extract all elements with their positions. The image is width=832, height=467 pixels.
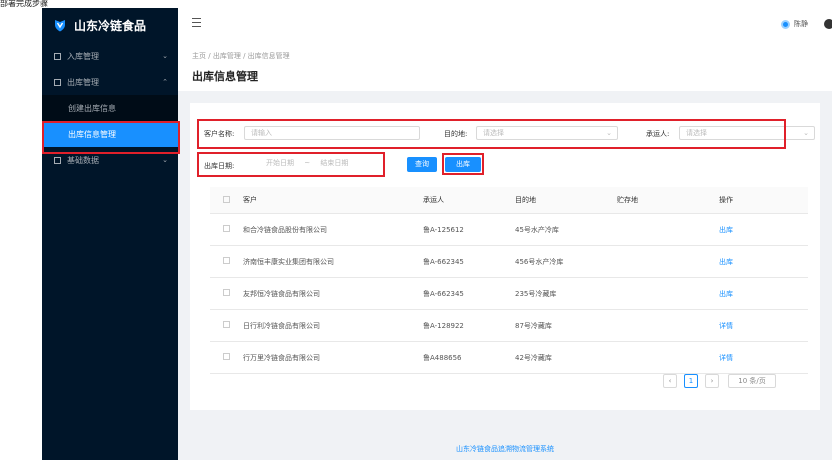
breadcrumb-current: 出库信息管理 (247, 52, 290, 60)
app-title: 山东冷链食品 (74, 19, 147, 33)
next-page-button[interactable]: › (705, 374, 719, 388)
select-all-checkbox[interactable] (223, 195, 230, 203)
sidebar-item-label: 入库管理 (67, 51, 99, 61)
table-row: 日行利冷链食品有限公司 鲁A-128922 87号冷藏库 详情 (210, 309, 808, 342)
col-destination: 目的地 (514, 187, 616, 214)
row-action-link[interactable]: 出库 (719, 290, 733, 298)
content-card: 客户名称: 请输入 目的地: 请选择 ⌄ 承运人: 请选择 ⌄ 出库日期: 开始… (190, 103, 820, 410)
cell-carrier: 鲁A-128922 (422, 309, 514, 342)
cell-carrier: 鲁A488656 (422, 341, 514, 374)
page-title: 出库信息管理 (192, 70, 258, 83)
cell-destination: 456号水产冷库 (514, 245, 616, 278)
col-customer: 客户 (242, 187, 422, 214)
cell-customer: 行万里冷链食品有限公司 (242, 341, 422, 374)
date-filter-highlight (197, 152, 385, 177)
table-row: 行万里冷链食品有限公司 鲁A488656 42号冷藏库 详情 (210, 341, 808, 374)
cell-destination: 42号冷藏库 (514, 341, 616, 374)
cell-storage (616, 309, 718, 342)
caption-text: 部署完成步骤 (0, 0, 48, 7)
chevron-down-icon: ⌄ (162, 52, 168, 60)
footer-text: 山东冷链食品追溯物流管理系统 (456, 445, 554, 453)
sidebar-item-label: 基础数据 (67, 155, 99, 165)
breadcrumb: 主页 / 出库管理 / 出库信息管理 (192, 52, 290, 60)
chevron-up-icon: ⌃ (162, 78, 168, 86)
outbound-table: 客户 承运人 目的地 贮存地 操作 和合冷链食品股份有限公司 鲁A-125612… (210, 187, 808, 374)
table-row: 友邦恒冷链食品有限公司 鲁A-662345 235号冷藏库 出库 (210, 277, 808, 310)
sidebar-item-label: 出库管理 (67, 77, 99, 87)
prev-page-button[interactable]: ‹ (663, 374, 677, 388)
table-row: 济南恒丰康实业集团有限公司 鲁A-662345 456号水产冷库 出库 (210, 245, 808, 278)
cell-destination: 87号冷藏库 (514, 309, 616, 342)
globe-icon[interactable] (824, 19, 832, 29)
breadcrumb-home[interactable]: 主页 (192, 52, 206, 60)
inbound-icon (54, 52, 61, 60)
cell-destination: 45号水产冷库 (514, 213, 616, 246)
row-action-link[interactable]: 出库 (719, 258, 733, 266)
cell-storage (616, 277, 718, 310)
page-1-button[interactable]: 1 (684, 374, 698, 388)
sidebar-item-label: 创建出库信息 (68, 103, 116, 113)
col-carrier: 承运人 (422, 187, 514, 214)
cell-carrier: 鲁A-662345 (422, 277, 514, 310)
col-storage: 贮存地 (616, 187, 718, 214)
table-header-row: 客户 承运人 目的地 贮存地 操作 (210, 187, 808, 214)
app-window: 山东冷链食品 入库管理 ⌄ 出库管理 ⌃ 创建出库信息 出库信息管理 基础数据 … (42, 8, 832, 460)
chevron-down-icon: ⌄ (162, 156, 168, 164)
chevron-down-icon: ⌄ (803, 129, 809, 137)
active-menu-highlight (42, 121, 180, 154)
cell-storage (616, 245, 718, 278)
row-action-link[interactable]: 出库 (719, 226, 733, 234)
cell-destination: 235号冷藏库 (514, 277, 616, 310)
cell-storage (616, 213, 718, 246)
menu-fold-icon[interactable] (192, 18, 201, 27)
sidebar-item-create-outbound[interactable]: 创建出库信息 (42, 95, 178, 121)
row-checkbox[interactable] (223, 321, 230, 328)
sidebar-item-outbound[interactable]: 出库管理 ⌃ (42, 69, 178, 95)
row-action-link[interactable]: 详情 (719, 322, 733, 330)
row-action-link[interactable]: 详情 (719, 354, 733, 362)
cell-carrier: 鲁A-662345 (422, 245, 514, 278)
table-row: 和合冷链食品股份有限公司 鲁A-125612 45号水产冷库 出库 (210, 213, 808, 246)
cell-customer: 日行利冷链食品有限公司 (242, 309, 422, 342)
breadcrumb-outbound[interactable]: 出库管理 (213, 52, 241, 60)
cell-customer: 济南恒丰康实业集团有限公司 (242, 245, 422, 278)
shield-logo-icon (55, 20, 65, 32)
cell-carrier: 鲁A-125612 (422, 213, 514, 246)
logo: 山东冷链食品 (42, 8, 178, 43)
page-size-select[interactable]: 10 条/页 (728, 374, 776, 388)
user-menu[interactable]: 陈静 (781, 19, 808, 29)
cell-customer: 和合冷链食品股份有限公司 (242, 213, 422, 246)
row-checkbox[interactable] (223, 225, 230, 232)
avatar (781, 19, 790, 29)
outbound-button-highlight (442, 153, 484, 175)
filter-row-highlight (197, 119, 786, 149)
row-checkbox[interactable] (223, 257, 230, 264)
page-header: 主页 / 出库管理 / 出库信息管理 出库信息管理 (178, 41, 832, 91)
grid-icon (54, 156, 61, 164)
col-action: 操作 (718, 187, 808, 214)
query-button[interactable]: 查询 (407, 157, 437, 172)
row-checkbox[interactable] (223, 289, 230, 296)
top-header: 陈静 (178, 8, 832, 41)
cell-storage (616, 341, 718, 374)
sidebar: 山东冷链食品 入库管理 ⌄ 出库管理 ⌃ 创建出库信息 出库信息管理 基础数据 … (42, 8, 178, 460)
row-checkbox[interactable] (223, 353, 230, 360)
cell-customer: 友邦恒冷链食品有限公司 (242, 277, 422, 310)
user-name: 陈静 (794, 20, 808, 28)
sidebar-item-inbound[interactable]: 入库管理 ⌄ (42, 43, 178, 69)
outbound-icon (54, 78, 61, 86)
